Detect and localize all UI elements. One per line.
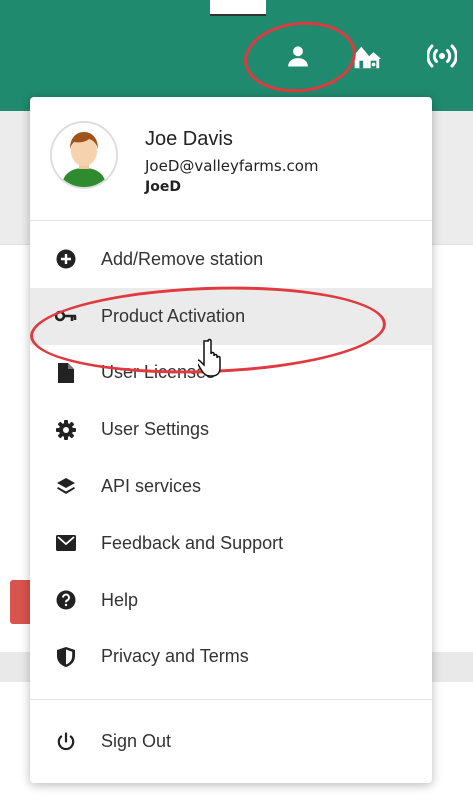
avatar bbox=[50, 121, 118, 189]
menu-item-feedback-support[interactable]: Feedback and Support bbox=[30, 515, 432, 572]
profile-username: JoeD bbox=[145, 179, 181, 195]
envelope-icon bbox=[55, 532, 77, 554]
gear-icon bbox=[55, 419, 77, 441]
user-menu: Joe Davis JoeD@valleyfarms.com JoeD Add/… bbox=[30, 97, 432, 783]
shield-icon bbox=[55, 646, 77, 668]
menu-item-label: Privacy and Terms bbox=[101, 646, 249, 667]
menu-item-add-remove-station[interactable]: Add/Remove station bbox=[30, 231, 432, 288]
menu-item-label: User Settings bbox=[101, 419, 210, 440]
menu-item-label: API services bbox=[101, 476, 202, 497]
menu-item-label: Feedback and Support bbox=[101, 532, 284, 553]
sign-out-label: Sign Out bbox=[101, 731, 172, 751]
plus-circle-icon bbox=[55, 248, 77, 270]
power-icon bbox=[55, 731, 77, 753]
profile-name: Joe Davis bbox=[145, 128, 233, 150]
layers-icon bbox=[55, 476, 77, 498]
top-app-bar bbox=[0, 0, 473, 111]
signal-icon[interactable] bbox=[426, 40, 458, 72]
profile-email: JoeD@valleyfarms.com bbox=[145, 157, 319, 175]
menu-item-help[interactable]: Help bbox=[30, 572, 432, 629]
menu-item-label: Help bbox=[101, 589, 139, 610]
menu-item-user-settings[interactable]: User Settings bbox=[30, 401, 432, 458]
file-icon bbox=[55, 362, 77, 384]
menu-item-label: Add/Remove station bbox=[101, 248, 264, 269]
top-tab[interactable] bbox=[210, 0, 266, 16]
hand-cursor-icon bbox=[196, 338, 228, 378]
menu-item-api-services[interactable]: API services bbox=[30, 458, 432, 515]
question-circle-icon bbox=[55, 589, 77, 611]
profile-header: Joe Davis JoeD@valleyfarms.com JoeD bbox=[30, 97, 432, 221]
menu-item-privacy-terms[interactable]: Privacy and Terms bbox=[30, 629, 432, 686]
sign-out-button[interactable]: Sign Out bbox=[30, 699, 432, 783]
